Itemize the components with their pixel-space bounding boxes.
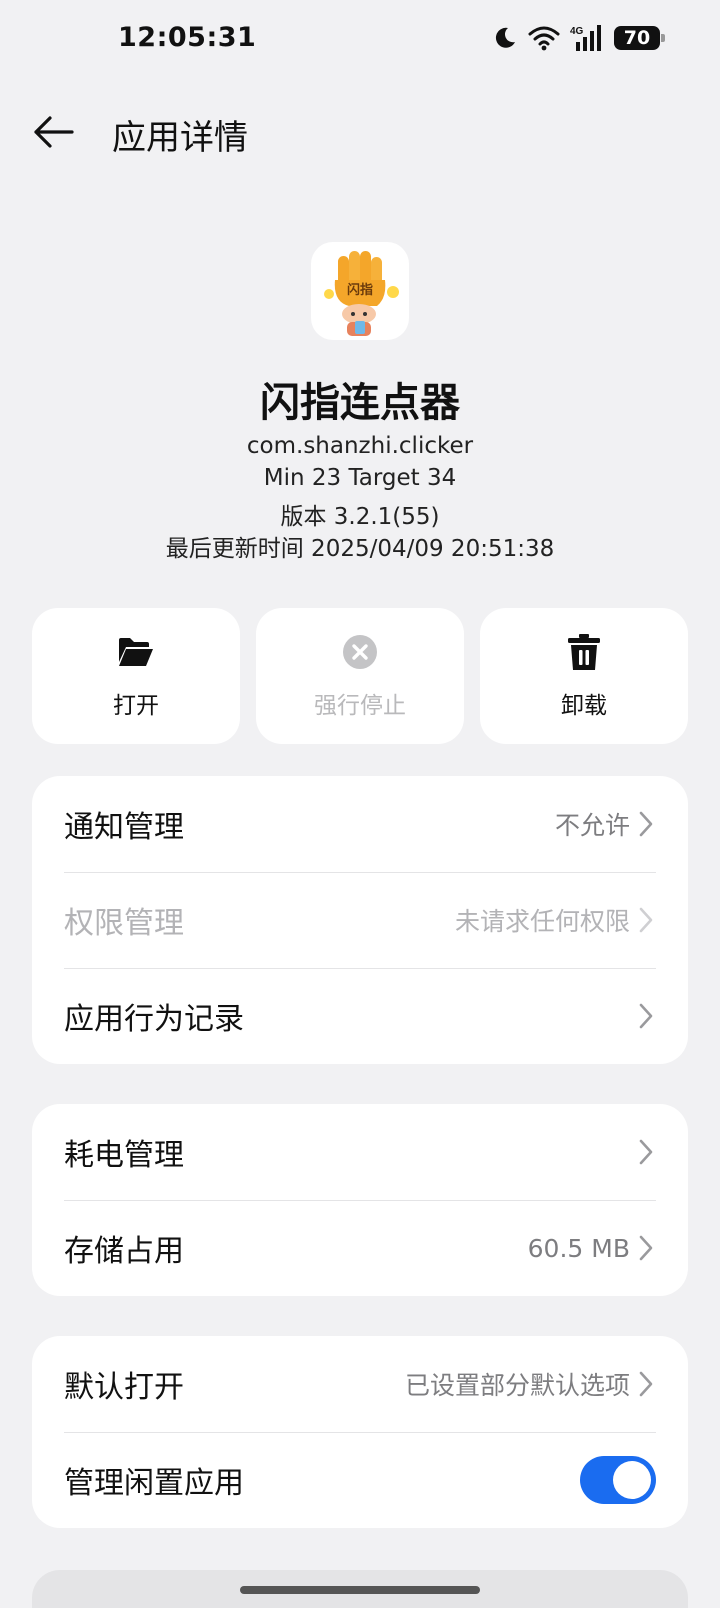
row-label: 管理闲置应用	[64, 1466, 244, 1501]
default-open-row[interactable]: 默认打开 已设置部分默认选项	[32, 1336, 688, 1432]
row-label: 权限管理	[64, 906, 184, 941]
settings-card-3: 默认打开 已设置部分默认选项 管理闲置应用	[32, 1336, 688, 1528]
wifi-icon	[528, 25, 560, 51]
uninstall-label: 卸载	[561, 693, 607, 719]
chevron-right-icon	[636, 1000, 656, 1032]
row-label: 耗电管理	[64, 1138, 184, 1173]
row-label: 通知管理	[64, 810, 184, 845]
app-name: 闪指连点器	[260, 380, 460, 426]
back-arrow-icon	[34, 116, 74, 148]
header: 应用详情	[0, 96, 720, 168]
chevron-right-icon	[636, 1368, 656, 1400]
app-package-name: com.shanzhi.clicker	[246, 433, 474, 459]
chevron-right-icon	[636, 1136, 656, 1168]
chevron-right-icon	[636, 904, 656, 936]
status-bar: 12:05:31 4G 70	[0, 0, 720, 84]
action-buttons: 打开 强行停止 卸载	[32, 608, 688, 744]
page-title: 应用详情	[112, 118, 248, 158]
cellular-4g-icon: 4G	[570, 24, 604, 52]
row-value: 60.5 MB	[527, 1233, 630, 1263]
moon-icon	[492, 25, 518, 51]
chevron-right-icon	[636, 1232, 656, 1264]
row-value: 已设置部分默认选项	[404, 1371, 630, 1400]
force-stop-label: 强行停止	[314, 693, 406, 719]
app-behavior-record-row[interactable]: 应用行为记录	[32, 968, 688, 1064]
svg-text:4G: 4G	[570, 26, 584, 37]
storage-usage-row[interactable]: 存储占用 60.5 MB	[32, 1200, 688, 1296]
app-icon: 闪指	[311, 242, 409, 340]
permission-management-row[interactable]: 权限管理 未请求任何权限	[32, 872, 688, 968]
open-button[interactable]: 打开	[32, 608, 240, 744]
row-label: 应用行为记录	[64, 1002, 244, 1037]
row-label: 默认打开	[64, 1370, 184, 1405]
svg-text:闪指: 闪指	[347, 282, 373, 298]
status-icons: 4G 70	[492, 24, 665, 52]
row-value: 不允许	[554, 811, 630, 840]
trash-icon	[564, 632, 604, 672]
force-stop-button[interactable]: 强行停止	[256, 608, 464, 744]
battery-management-row[interactable]: 耗电管理	[32, 1104, 688, 1200]
manage-idle-apps-toggle[interactable]	[580, 1456, 656, 1504]
app-last-updated: 最后更新时间 2025/04/09 20:51:38	[165, 536, 555, 562]
force-stop-icon	[340, 632, 380, 672]
status-time: 12:05:31	[118, 22, 257, 53]
uninstall-button[interactable]: 卸载	[480, 608, 688, 744]
settings-card-1: 通知管理 不允许 权限管理 未请求任何权限 应用行为记录	[32, 776, 688, 1064]
battery-icon: 70	[614, 26, 665, 50]
home-indicator[interactable]	[240, 1586, 480, 1594]
toggle-knob	[613, 1461, 651, 1499]
chevron-right-icon	[636, 808, 656, 840]
settings-card-2: 耗电管理 存储占用 60.5 MB	[32, 1104, 688, 1296]
row-label: 存储占用	[64, 1234, 184, 1269]
back-button[interactable]	[30, 108, 78, 156]
folder-open-icon	[116, 632, 156, 672]
app-sdk-info: Min 23 Target 34	[263, 465, 457, 491]
notification-management-row[interactable]: 通知管理 不允许	[32, 776, 688, 872]
app-version: 版本 3.2.1(55)	[280, 504, 440, 530]
row-value: 未请求任何权限	[454, 907, 630, 936]
open-label: 打开	[113, 693, 159, 719]
manage-idle-apps-row: 管理闲置应用	[32, 1432, 688, 1528]
